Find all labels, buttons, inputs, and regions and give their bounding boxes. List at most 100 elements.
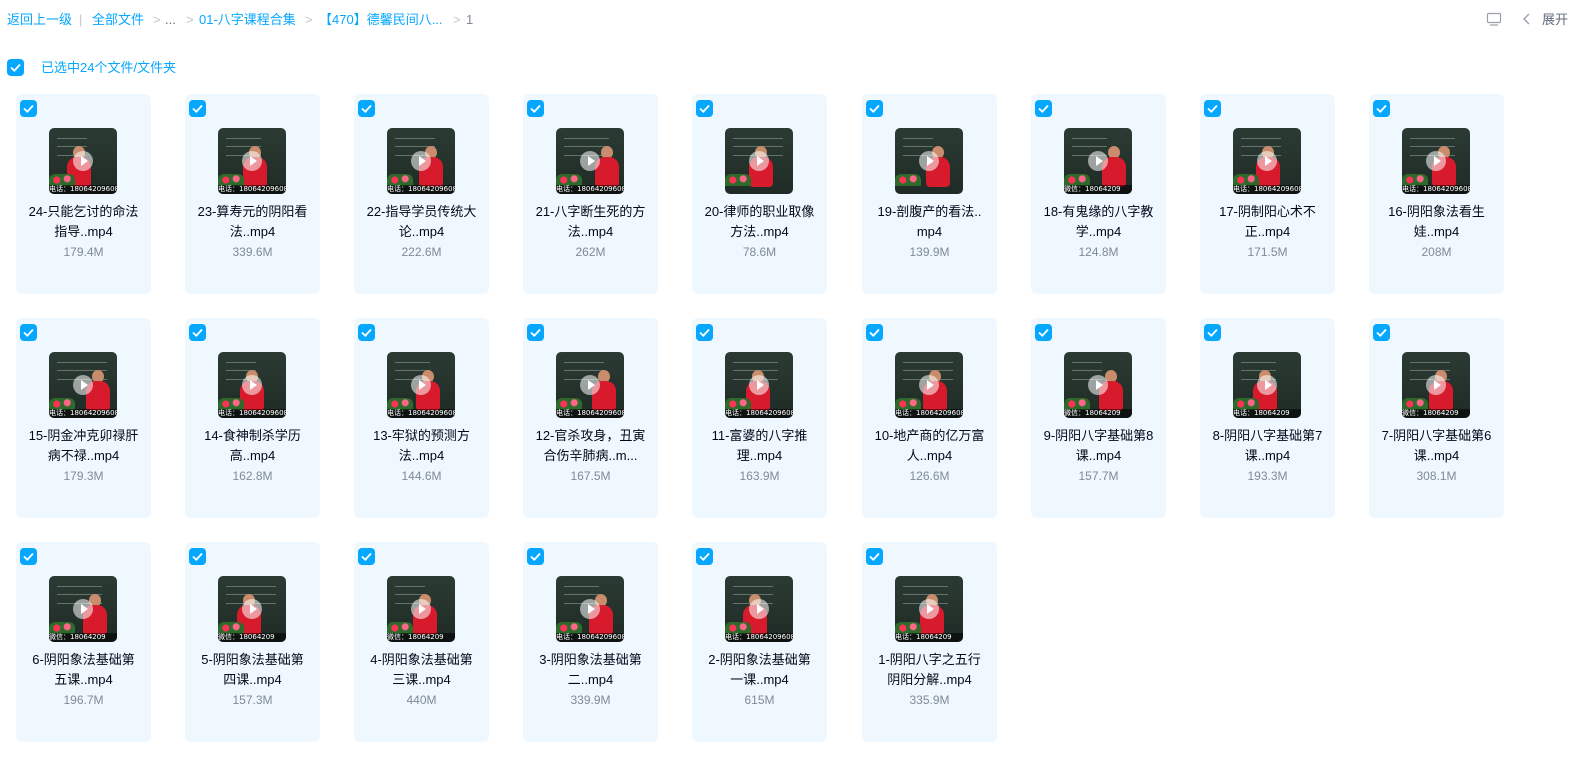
file-checkbox[interactable] xyxy=(696,324,713,341)
chevron-left-icon[interactable] xyxy=(1519,11,1535,27)
file-name: 11-富婆的八字推理..mp4 xyxy=(711,428,808,463)
file-checkbox[interactable] xyxy=(696,548,713,565)
breadcrumb-folder-courses[interactable]: 01-八字课程合集 xyxy=(199,12,296,28)
file-checkbox[interactable] xyxy=(189,548,206,565)
file-card[interactable]: 20-律师的职业取像方法..mp4 78.6M xyxy=(692,94,827,294)
file-checkbox[interactable] xyxy=(20,324,37,341)
file-checkbox[interactable] xyxy=(358,100,375,117)
video-thumbnail[interactable]: 微信：18064209 xyxy=(387,576,455,642)
file-card[interactable]: 电话：18064209608 17-阴制阳心术不正..mp4 171.5M xyxy=(1200,94,1335,294)
video-thumbnail[interactable]: 电话：18064209608 xyxy=(556,128,624,194)
file-card[interactable]: 电话：18064209 1-阴阳八字之五行阴阳分解..mp4 335.9M xyxy=(862,542,997,742)
select-all-checkbox[interactable] xyxy=(7,59,24,76)
file-card[interactable]: 微信：18064209 7-阴阳八字基础第6课..mp4 308.1M xyxy=(1369,318,1504,518)
file-card[interactable]: 19-剖腹产的看法..mp4 139.9M xyxy=(862,94,997,294)
file-card[interactable]: 电话：18064209608 13-牢狱的预测方法..mp4 144.6M xyxy=(354,318,489,518)
thumbnail-watermark: 微信：18064209 xyxy=(1064,185,1132,194)
expand-button[interactable]: 展开 xyxy=(1542,12,1568,28)
file-checkbox[interactable] xyxy=(1204,324,1221,341)
file-card[interactable]: 电话：18064209608 23-算寿元的阴阳看法..mp4 339.6M xyxy=(185,94,320,294)
video-thumbnail[interactable]: 电话：18064209 xyxy=(895,576,963,642)
video-thumbnail[interactable]: 微信：18064209 xyxy=(218,576,286,642)
file-card[interactable]: 电话：18064209608 3-阴阳象法基础第二..mp4 339.9M xyxy=(523,542,658,742)
breadcrumb-chevron: > xyxy=(305,12,313,27)
file-size: 222.6M xyxy=(401,245,442,259)
file-checkbox[interactable] xyxy=(189,324,206,341)
thumbnail-watermark: 电话：18064209608 xyxy=(556,409,624,418)
file-card[interactable]: 电话：18064209608 14-食神制杀学历高..mp4 162.8M xyxy=(185,318,320,518)
file-checkbox[interactable] xyxy=(358,324,375,341)
file-checkbox[interactable] xyxy=(358,548,375,565)
file-checkbox[interactable] xyxy=(1373,324,1390,341)
file-checkbox[interactable] xyxy=(866,324,883,341)
file-card[interactable]: 电话：18064209608 15-阴金冲克卯禄肝病不禄..mp4 179.3M xyxy=(16,318,151,518)
file-card[interactable]: 电话：18064209608 22-指导学员传统大论..mp4 222.6M xyxy=(354,94,489,294)
video-thumbnail[interactable]: 微信：18064209 xyxy=(1402,352,1470,418)
video-thumbnail[interactable]: 电话：18064209608 xyxy=(895,352,963,418)
video-thumbnail[interactable]: 电话：18064209608 xyxy=(49,128,117,194)
thumbnail-watermark: 微信：18064209 xyxy=(49,633,117,642)
video-thumbnail[interactable]: 电话：18064209608 xyxy=(725,352,793,418)
file-card[interactable]: 电话：18064209608 24-只能乞讨的命法指导..mp4 179.4M xyxy=(16,94,151,294)
breadcrumb-chevron: > xyxy=(186,12,194,27)
file-name: 4-阴阳象法基础第三课..mp4 xyxy=(370,652,473,687)
file-checkbox[interactable] xyxy=(527,548,544,565)
file-card[interactable]: 电话：18064209608 12-官杀攻身，丑寅合伤辛肺病..m... 167.5… xyxy=(523,318,658,518)
file-card[interactable]: 电话：18064209608 2-阴阳象法基础第一课..mp4 615M xyxy=(692,542,827,742)
file-checkbox[interactable] xyxy=(1035,100,1052,117)
file-card[interactable]: 微信：18064209 9-阴阳八字基础第8课..mp4 157.7M xyxy=(1031,318,1166,518)
play-icon xyxy=(242,375,262,395)
video-thumbnail[interactable]: 微信：18064209 xyxy=(1064,128,1132,194)
video-thumbnail[interactable]: 电话：18064209608 xyxy=(387,128,455,194)
file-name: 12-官杀攻身，丑寅合伤辛肺病..m... xyxy=(535,428,646,463)
video-thumbnail[interactable] xyxy=(725,128,793,194)
file-checkbox[interactable] xyxy=(866,548,883,565)
thumbnail-watermark: 电话：18064209608 xyxy=(49,409,117,418)
file-checkbox[interactable] xyxy=(866,100,883,117)
video-thumbnail[interactable]: 电话：18064209608 xyxy=(1233,128,1301,194)
play-icon xyxy=(1088,151,1108,171)
video-thumbnail[interactable]: 电话：18064209608 xyxy=(1402,128,1470,194)
file-card[interactable]: 电话：18064209608 21-八字断生死的方法..mp4 262M xyxy=(523,94,658,294)
file-name: 7-阴阳八字基础第6课..mp4 xyxy=(1381,428,1492,463)
video-thumbnail[interactable]: 微信：18064209 xyxy=(49,576,117,642)
breadcrumb-ellipsis[interactable]: ... xyxy=(165,12,176,28)
back-link[interactable]: 返回上一级 xyxy=(7,12,72,28)
video-thumbnail[interactable]: 电话：18064209608 xyxy=(556,576,624,642)
file-checkbox[interactable] xyxy=(1035,324,1052,341)
video-thumbnail[interactable]: 电话：18064209608 xyxy=(387,352,455,418)
file-checkbox[interactable] xyxy=(20,100,37,117)
video-thumbnail[interactable] xyxy=(895,128,963,194)
video-thumbnail[interactable]: 电话：18064209608 xyxy=(218,352,286,418)
play-icon xyxy=(242,151,262,171)
file-card[interactable]: 微信：18064209 4-阴阳象法基础第三课..mp4 440M xyxy=(354,542,489,742)
play-icon xyxy=(749,151,769,171)
panel-icon[interactable] xyxy=(1486,11,1502,27)
file-checkbox[interactable] xyxy=(1373,100,1390,117)
video-thumbnail[interactable]: 电话：18064209608 xyxy=(725,576,793,642)
file-checkbox[interactable] xyxy=(696,100,713,117)
play-icon xyxy=(73,599,93,619)
video-thumbnail[interactable]: 电话：18064209608 xyxy=(218,128,286,194)
file-card[interactable]: 微信：18064209 18-有鬼缘的八字教学..mp4 124.8M xyxy=(1031,94,1166,294)
breadcrumb-all-files[interactable]: 全部文件 xyxy=(92,12,144,28)
video-thumbnail[interactable]: 电话：18064209608 xyxy=(49,352,117,418)
file-card[interactable]: 电话：18064209608 10-地产商的亿万富人..mp4 126.6M xyxy=(862,318,997,518)
video-thumbnail[interactable]: 微信：18064209 xyxy=(1064,352,1132,418)
video-thumbnail[interactable]: 电话：18064209608 xyxy=(556,352,624,418)
file-card[interactable]: 电话：18064209608 11-富婆的八字推理..mp4 163.9M xyxy=(692,318,827,518)
file-card[interactable]: 电话：18064209608 16-阴阳象法看生娃..mp4 208M xyxy=(1369,94,1504,294)
thumbnail-watermark: 微信：18064209 xyxy=(218,633,286,642)
video-thumbnail[interactable]: 电话：18064209 xyxy=(1233,352,1301,418)
file-card[interactable]: 微信：18064209 6-阴阳象法基础第五课..mp4 196.7M xyxy=(16,542,151,742)
play-icon xyxy=(1426,151,1446,171)
file-checkbox[interactable] xyxy=(527,100,544,117)
file-card[interactable]: 电话：18064209 8-阴阳八字基础第7课..mp4 193.3M xyxy=(1200,318,1335,518)
breadcrumb-folder-470[interactable]: 【470】德馨民间八... xyxy=(319,12,443,28)
file-card[interactable]: 微信：18064209 5-阴阳象法基础第四课..mp4 157.3M xyxy=(185,542,320,742)
file-checkbox[interactable] xyxy=(527,324,544,341)
file-checkbox[interactable] xyxy=(20,548,37,565)
file-checkbox[interactable] xyxy=(189,100,206,117)
file-checkbox[interactable] xyxy=(1204,100,1221,117)
file-name: 5-阴阳象法基础第四课..mp4 xyxy=(201,652,304,687)
